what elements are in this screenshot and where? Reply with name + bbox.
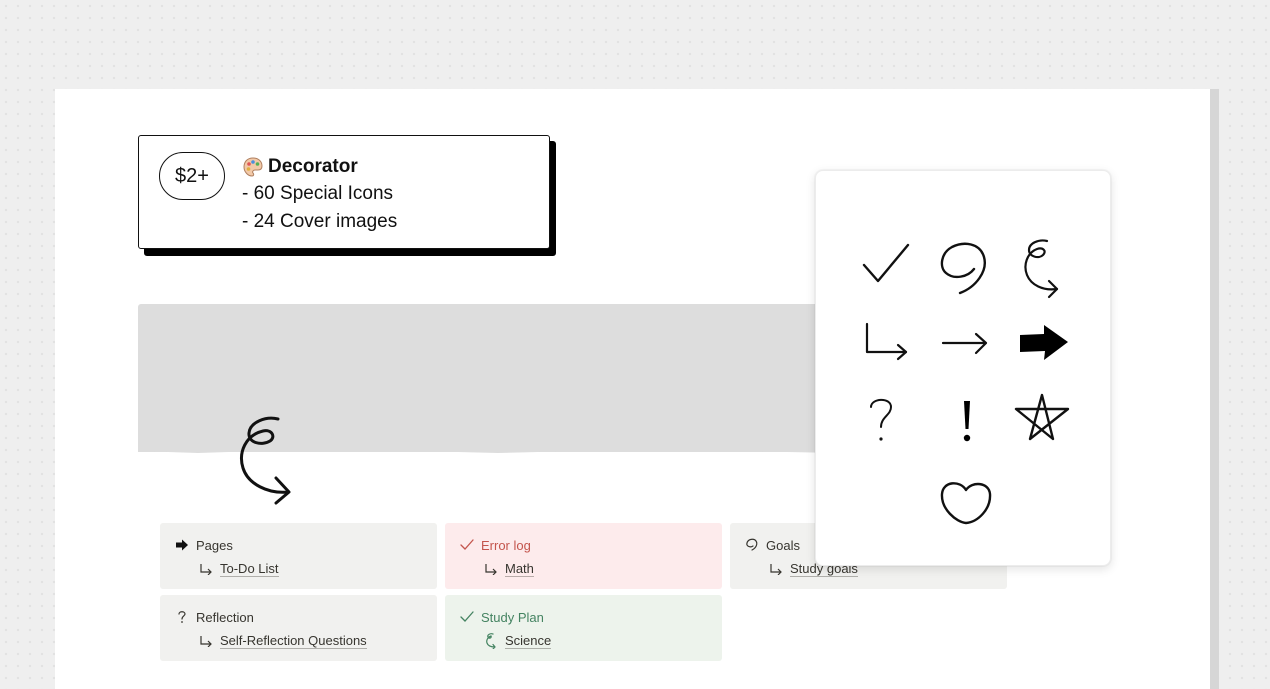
tile-title: Error log	[481, 537, 531, 553]
spiral-arrow-icon[interactable]	[1021, 237, 1067, 299]
loop-icon[interactable]	[938, 239, 988, 297]
spiral-arrow-icon	[483, 633, 499, 649]
exclamation-icon[interactable]	[956, 399, 978, 445]
arrow-right-icon[interactable]	[940, 329, 990, 359]
tile-reflection[interactable]: Reflection Self-Reflection Questions	[160, 595, 437, 661]
loop-icon	[744, 537, 760, 553]
price-card-title-text: Decorator	[268, 156, 358, 177]
tile-link[interactable]: Science	[505, 633, 552, 649]
price-card-line-icons: - 60 Special Icons	[242, 183, 394, 204]
tile-error-log[interactable]: Error log Math	[445, 523, 722, 589]
icon-picker-panel	[815, 170, 1111, 566]
palette-icon	[243, 157, 263, 177]
check-icon	[459, 609, 475, 625]
tile-study-plan[interactable]: Study Plan Science	[445, 595, 722, 661]
tile-title: Reflection	[196, 609, 254, 625]
check-icon	[459, 537, 475, 553]
return-arrow-icon	[198, 633, 214, 649]
price-card-line-covers: - 24 Cover images	[242, 211, 398, 232]
tile-link[interactable]: Self-Reflection Questions	[220, 633, 367, 649]
arrow-right-filled-icon[interactable]	[1018, 323, 1070, 363]
tile-link[interactable]: Math	[505, 561, 534, 577]
question-icon	[174, 609, 190, 625]
question-icon[interactable]	[866, 395, 896, 445]
price-badge: $2+	[159, 152, 225, 200]
spiral-arrow-icon[interactable]	[232, 412, 296, 508]
check-icon[interactable]	[861, 241, 911, 287]
price-card-title: Decorator	[242, 154, 397, 180]
return-arrow-icon	[483, 561, 499, 577]
return-arrow-icon	[198, 561, 214, 577]
tile-pages[interactable]: Pages To-Do List	[160, 523, 437, 589]
arrow-right-filled-icon	[174, 537, 190, 553]
return-arrow-icon[interactable]	[862, 321, 910, 361]
heart-icon[interactable]	[938, 477, 994, 527]
tile-title: Study Plan	[481, 609, 544, 625]
return-arrow-icon	[768, 561, 784, 577]
tile-title: Pages	[196, 537, 233, 553]
star-icon[interactable]	[1012, 393, 1072, 445]
price-card[interactable]: $2+ Decorator - 60 Special Icons - 24 Co…	[138, 135, 550, 249]
tile-title: Goals	[766, 537, 800, 553]
price-card-text: Decorator - 60 Special Icons - 24 Cover …	[242, 154, 397, 236]
tile-link[interactable]: To-Do List	[220, 561, 279, 577]
page-scrollbar[interactable]	[1210, 89, 1219, 689]
